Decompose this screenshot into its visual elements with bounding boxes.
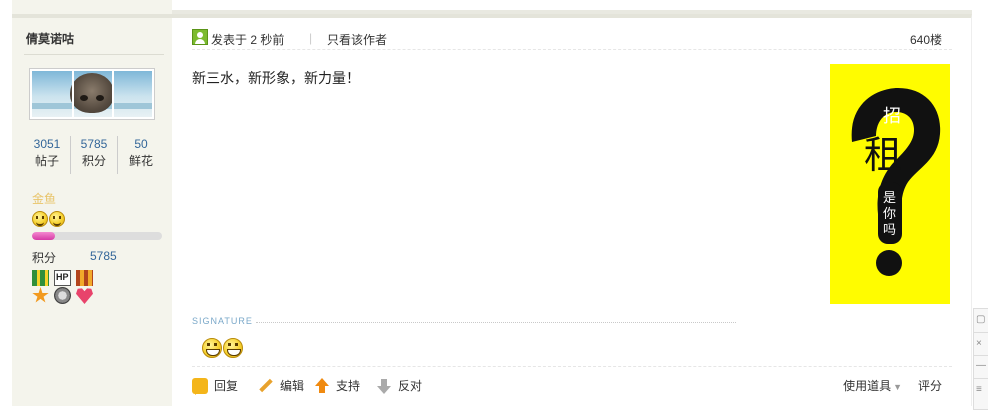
caret-down-icon: ▼ [893,382,902,392]
author-stats: 3051 帖子 5785 积分 50 鲜花 [24,136,164,174]
medal-star-icon[interactable] [30,270,51,306]
signature-label: SIGNATURE [192,316,253,326]
oppose-button[interactable]: 反对 [376,377,422,394]
only-author-link[interactable]: 只看该作者 [327,31,387,48]
stat-posts[interactable]: 3051 帖子 [24,136,71,174]
user-rank: 金鱼 [32,192,57,206]
reply-icon [192,377,208,395]
medal-hp-icon[interactable] [52,270,73,306]
post-main: 发表于 2 秒前 | 只看该作者 640楼 新三水，新形象，新力量！ 招 租 是… [172,14,972,406]
sidebar-divider [24,54,164,55]
use-tools-label: 使用道具 [843,379,892,393]
level-progress-fill [32,232,56,240]
post-content: 新三水，新形象，新力量！ [192,70,360,86]
floor-number[interactable]: 640楼 [910,31,942,48]
smiley-icon [49,211,65,227]
ad-vert-1: 是 [883,191,896,206]
oppose-label: 反对 [398,379,423,393]
level-progress-bar [32,232,162,240]
signature-content [202,338,243,358]
use-tools-dropdown[interactable]: 使用道具 ▼ [843,377,902,394]
stat-flowers-value[interactable]: 50 [118,136,164,153]
online-user-icon [192,29,208,45]
medal-heart-icon[interactable] [74,270,95,306]
top-band [0,0,988,14]
score-row: 积分 5785 [32,249,162,266]
signature-divider [256,322,736,323]
score-value: 5785 [90,249,117,263]
reply-label: 回复 [214,379,239,393]
author-username[interactable]: 倩莫诺咕 [26,30,74,47]
side-toolbar-menu-icon[interactable]: ≡ [976,385,987,395]
stat-flowers-label: 鲜花 [128,154,153,168]
side-toolbar-dash-icon[interactable]: — [976,361,987,371]
header-separator: | [309,31,313,45]
ad-big-char: 租 [864,133,902,177]
stat-flowers[interactable]: 50 鲜花 [118,136,164,174]
support-button[interactable]: 支持 [314,377,360,394]
rent-ad-image[interactable]: 招 租 是 你 吗 [830,64,950,304]
side-toolbar-box-icon[interactable]: ▢ [976,315,987,325]
stat-points-value[interactable]: 5785 [71,136,117,153]
posted-time-value: 2 秒前 [250,33,285,47]
rank-stars [32,211,65,227]
ad-vert-3: 吗 [883,223,896,238]
arrow-down-icon [376,378,392,394]
post-header: 发表于 2 秒前 | 只看该作者 640楼 [192,28,952,50]
rate-button[interactable]: 评分 [918,377,942,394]
edit-label: 编辑 [280,379,305,393]
ad-vert-2: 你 [883,207,896,222]
author-sidebar: 倩莫诺咕 3051 帖子 5785 积分 50 鲜花 金鱼 积分 5785 HP [12,14,172,406]
smiley-icon [32,211,48,227]
grin-icon [202,338,222,358]
edit-button[interactable]: 编辑 [258,377,304,394]
side-toolbar-close-icon[interactable]: × [976,339,987,349]
stat-posts-label: 帖子 [34,154,59,168]
reply-button[interactable]: 回复 [192,377,239,395]
pencil-icon [258,378,274,394]
question-mark-graphic: 招 租 是 你 吗 [851,88,941,276]
stat-posts-value[interactable]: 3051 [24,136,70,153]
stat-points[interactable]: 5785 积分 [71,136,118,174]
score-label: 积分 [32,251,57,265]
post-time: 发表于 2 秒前 [211,31,284,48]
stat-points-label: 积分 [81,154,106,168]
ad-top-char: 招 [883,106,901,127]
top-band-left [12,0,172,14]
grin-icon [223,338,243,358]
arrow-up-icon [314,377,330,394]
post-actions: 回复 编辑 支持 反对 使用道具 ▼ 评分 [192,366,952,395]
medals [30,270,95,306]
forum-post: 倩莫诺咕 3051 帖子 5785 积分 50 鲜花 金鱼 积分 5785 HP… [12,14,972,406]
floating-side-toolbar: ▢ × — ≡ [973,308,988,410]
support-label: 支持 [336,379,361,393]
avatar-image [32,71,152,117]
posted-prefix: 发表于 [211,33,248,47]
avatar[interactable] [29,68,155,120]
